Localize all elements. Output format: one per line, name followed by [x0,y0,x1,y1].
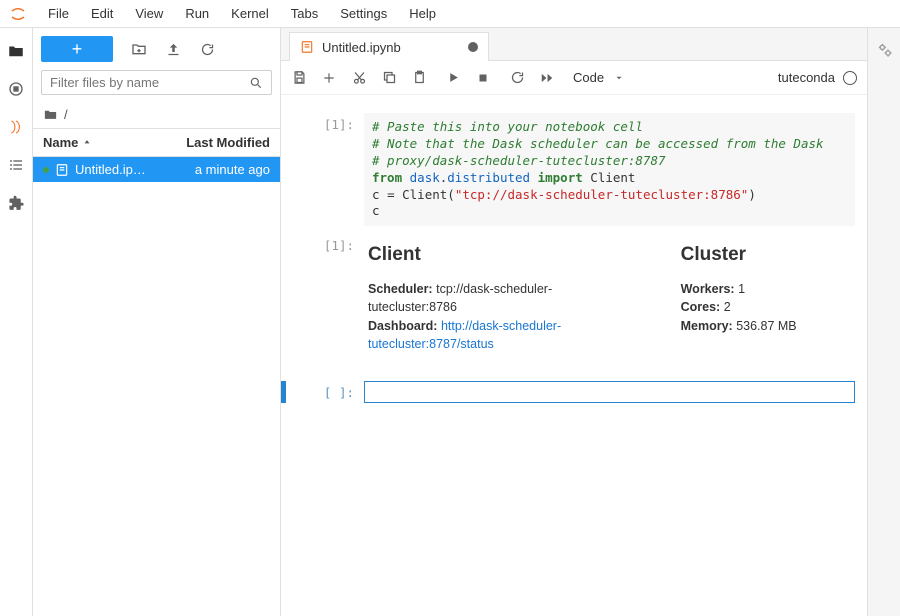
tab-title: Untitled.ipynb [322,40,401,55]
code-editor[interactable]: # Paste this into your notebook cell # N… [364,113,855,226]
kernel-name: tuteconda [778,70,835,85]
notebook-panel: Code tuteconda [1]: # Paste this into yo… [281,60,867,616]
kernel-status[interactable]: tuteconda [778,70,857,85]
col-modified[interactable]: Last Modified [186,135,270,150]
menu-edit[interactable]: Edit [81,2,123,25]
menu-view[interactable]: View [125,2,173,25]
cell-type-label: Code [573,70,604,85]
menu-kernel[interactable]: Kernel [221,2,279,25]
search-icon [249,76,263,90]
col-name[interactable]: Name [43,135,92,150]
cell-output: Client Scheduler: tcp://dask-scheduler-t… [364,234,855,363]
notebook-icon [300,40,314,54]
code-cell-empty[interactable]: [ ]: [281,377,867,407]
notebook-icon [55,163,69,177]
sort-asc-icon [82,138,92,148]
cores-value: 2 [724,300,731,314]
input-prompt: [ ]: [286,381,364,403]
file-modified: a minute ago [195,162,270,177]
add-cell-icon[interactable] [321,70,337,86]
code-cell[interactable]: [1]: # Paste this into your notebook cel… [281,109,867,230]
upload-icon[interactable] [165,41,181,57]
file-list: Untitled.ip… a minute ago [33,157,280,616]
toc-icon[interactable] [7,156,25,174]
restart-icon[interactable] [509,70,525,86]
tab-bar: Untitled.ipynb [281,28,867,60]
menu-help[interactable]: Help [399,2,446,25]
stop-icon[interactable] [475,70,491,86]
top-menu-bar: File Edit View Run Kernel Tabs Settings … [0,0,900,28]
breadcrumb-root[interactable]: / [64,107,68,122]
dashboard-label: Dashboard: [368,319,437,333]
input-prompt: [1]: [286,113,364,226]
workers-value: 1 [738,282,745,296]
dask-icon[interactable] [7,118,25,136]
cluster-heading: Cluster [681,244,851,266]
fast-forward-icon[interactable] [539,70,555,86]
cell-type-select[interactable]: Code [573,70,624,85]
menu-file[interactable]: File [38,2,79,25]
paste-icon[interactable] [411,70,427,86]
run-icon[interactable] [445,70,461,86]
scheduler-label: Scheduler: [368,282,433,296]
left-activity-bar [0,28,33,616]
dirty-indicator-icon[interactable] [468,42,478,52]
notebook-toolbar: Code tuteconda [281,61,867,95]
chevron-down-icon [614,73,624,83]
save-icon[interactable] [291,70,307,86]
folder-icon [43,107,58,122]
new-folder-icon[interactable] [131,41,147,57]
property-inspector-icon[interactable] [875,40,893,58]
filter-input-container[interactable] [41,70,272,95]
cells-container: [1]: # Paste this into your notebook cel… [281,95,867,616]
file-list-header: Name Last Modified [33,128,280,157]
work-area: Untitled.ipynb Code tutecond [281,28,867,616]
file-name: Untitled.ip… [75,162,146,177]
client-heading: Client [368,244,641,266]
right-sidebar [867,28,900,616]
menu-settings[interactable]: Settings [330,2,397,25]
new-launcher-button[interactable]: + [41,36,113,62]
memory-value: 536.87 MB [736,319,796,333]
running-icon[interactable] [7,80,25,98]
breadcrumb[interactable]: / [33,101,280,128]
refresh-icon[interactable] [199,41,215,57]
file-browser: + / Name Last Modified Untitled.ip… [33,28,281,616]
memory-label: Memory: [681,319,733,333]
workers-label: Workers: [681,282,735,296]
code-editor[interactable] [364,381,855,403]
cut-icon[interactable] [351,70,367,86]
running-indicator-icon [43,167,49,173]
cores-label: Cores: [681,300,721,314]
jupyter-logo [8,4,28,24]
folder-icon[interactable] [7,42,25,60]
filter-input[interactable] [50,75,249,90]
menu-tabs[interactable]: Tabs [281,2,328,25]
file-row[interactable]: Untitled.ip… a minute ago [33,157,280,182]
kernel-idle-icon [843,71,857,85]
output-cell: [1]: Client Scheduler: tcp://dask-schedu… [281,230,867,367]
extension-icon[interactable] [7,194,25,212]
menu: File Edit View Run Kernel Tabs Settings … [38,2,446,25]
menu-run[interactable]: Run [175,2,219,25]
copy-icon[interactable] [381,70,397,86]
output-prompt: [1]: [286,234,364,363]
tab-notebook[interactable]: Untitled.ipynb [289,32,489,61]
